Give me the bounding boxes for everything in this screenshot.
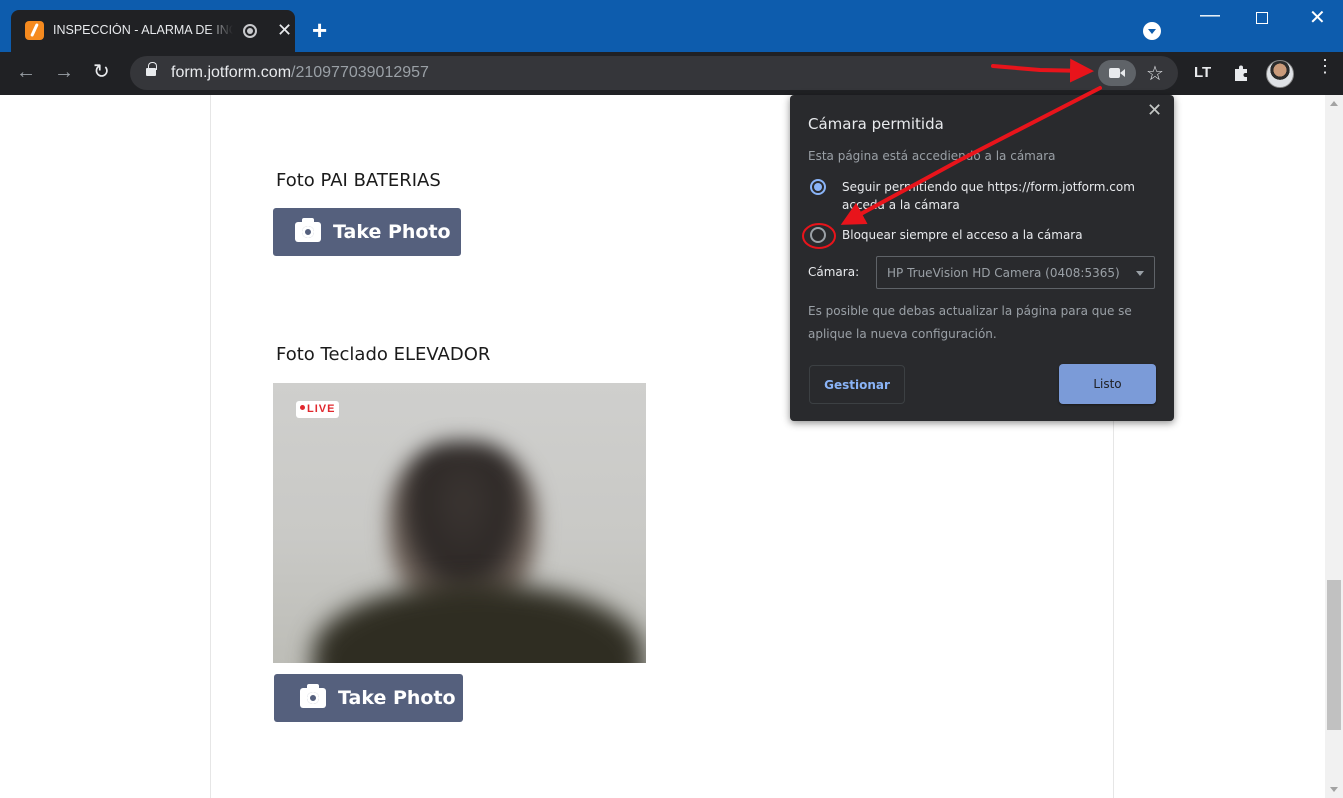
browser-titlebar: INSPECCIÓN - ALARMA DE INCENDIO ✕ + — ✕ [0, 0, 1343, 52]
recording-indicator-icon [243, 24, 257, 38]
new-tab-button[interactable]: + [312, 17, 327, 43]
camera-permission-chip[interactable] [1098, 60, 1136, 86]
tab-search-icon[interactable] [1143, 22, 1161, 40]
window-close-button[interactable]: ✕ [1309, 5, 1326, 30]
extensions-puzzle-icon[interactable] [1232, 64, 1250, 82]
bubble-title: Cámara permitida [808, 115, 944, 133]
scroll-thumb[interactable] [1327, 580, 1341, 730]
question-label-pai-baterias: Foto PAI BATERIAS [276, 170, 441, 191]
scroll-down-arrow-icon[interactable] [1330, 787, 1338, 792]
radio-block-camera[interactable] [810, 227, 826, 243]
back-arrow-icon[interactable]: ← [16, 62, 36, 82]
bookmark-star-icon[interactable]: ☆ [1146, 61, 1164, 86]
url-path: /210977039012957 [291, 64, 429, 81]
take-photo-label: Take Photo [338, 687, 456, 709]
camera-icon [295, 218, 321, 242]
done-button[interactable]: Listo [1059, 364, 1156, 404]
take-photo-button[interactable]: Take Photo [274, 674, 463, 722]
browser-menu-icon[interactable]: ⋮ [1316, 57, 1334, 75]
reload-note: Es posible que debas actualizar la págin… [808, 304, 1132, 341]
video-camera-icon [1109, 68, 1120, 78]
jotform-favicon-icon [25, 21, 44, 40]
camera-select-label: Cámara: [808, 265, 860, 279]
address-bar[interactable]: form.jotform.com/210977039012957 ☆ [130, 56, 1178, 90]
forward-arrow-icon[interactable]: → [54, 62, 74, 82]
radio-block-label[interactable]: Bloquear siempre el acceso a la cámara [842, 226, 1152, 244]
bubble-subtitle: Esta página está accediendo a la cámara [808, 149, 1056, 163]
url-host: form.jotform.com [171, 64, 292, 81]
chevron-down-icon [1136, 271, 1144, 276]
browser-toolbar: ← → ↻ form.jotform.com/210977039012957 ☆… [0, 52, 1343, 95]
reload-icon[interactable]: ↻ [93, 62, 110, 82]
lock-icon[interactable] [146, 62, 157, 76]
camera-icon [300, 684, 326, 708]
camera-permission-bubble: Cámara permitida ✕ Esta página está acce… [790, 95, 1174, 421]
browser-tab[interactable]: INSPECCIÓN - ALARMA DE INCENDIO ✕ [11, 10, 295, 52]
live-badge-text: LIVE [307, 403, 336, 415]
live-dot-icon [300, 405, 305, 410]
scroll-up-arrow-icon[interactable] [1330, 101, 1338, 106]
take-photo-label: Take Photo [333, 221, 451, 243]
url-text[interactable]: form.jotform.com/210977039012957 [171, 64, 429, 82]
manage-button[interactable]: Gestionar [809, 365, 905, 404]
camera-select[interactable]: HP TrueVision HD Camera (0408:5365) [876, 256, 1155, 289]
window-maximize-button[interactable] [1256, 12, 1268, 24]
extension-lt-icon[interactable]: LT [1194, 64, 1211, 81]
tab-title: INSPECCIÓN - ALARMA DE INCENDIO [53, 23, 233, 37]
blurred-person-body [313, 583, 643, 663]
live-badge: LIVE [296, 401, 340, 418]
radio-allow-label[interactable]: Seguir permitiendo que https://form.jotf… [842, 178, 1152, 214]
question-label-teclado-elevador: Foto Teclado ELEVADOR [276, 344, 491, 365]
bubble-close-icon[interactable]: ✕ [1147, 100, 1162, 121]
take-photo-button[interactable]: Take Photo [273, 208, 461, 256]
radio-allow-camera[interactable] [810, 179, 826, 195]
webcam-live-feed: LIVE [273, 383, 646, 663]
video-camera-lens-icon [1120, 69, 1125, 77]
page-scrollbar[interactable] [1325, 95, 1343, 798]
tab-close-icon[interactable]: ✕ [277, 21, 292, 39]
camera-select-value: HP TrueVision HD Camera (0408:5365) [887, 266, 1120, 280]
window-minimize-button[interactable]: — [1200, 4, 1220, 27]
profile-avatar[interactable] [1266, 60, 1294, 88]
